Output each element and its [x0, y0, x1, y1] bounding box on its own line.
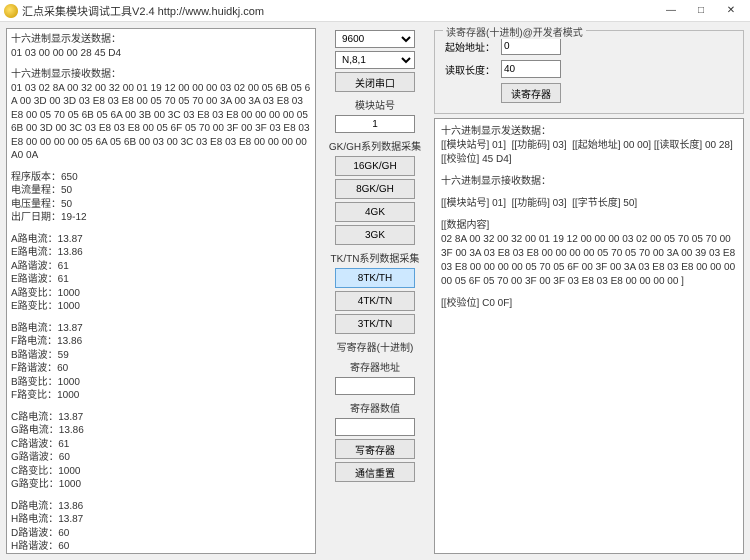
r-recv-header: 十六进制显示接收数据：	[441, 176, 551, 187]
left-log-panel[interactable]: 十六进制显示发送数据： 01 03 00 00 00 28 45 D4 十六进制显…	[6, 28, 316, 554]
mid-panel: 9600 N,8,1 关闭串口 模块站号 GK/GH系列数据采集 16GK/GH…	[320, 28, 430, 554]
reg-val-label: 寄存器数值	[350, 400, 400, 415]
r-send-body: [[模块站号] 01] [[功能码] 03] [[起始地址] 00 00] [[…	[441, 140, 738, 165]
station-label: 模块站号	[355, 97, 395, 112]
reg-addr-label: 寄存器地址	[350, 359, 400, 374]
window-title: 汇点采集模块调试工具V2.4 http://www.huidkj.com	[22, 3, 656, 19]
d-curr: D路电流：13.86	[11, 501, 83, 512]
c-harm: C路谐波：61	[11, 439, 69, 450]
date: 出厂日期：19-12	[11, 212, 87, 223]
gk-16-button[interactable]: 16GK/GH	[335, 156, 415, 176]
reg-val-input[interactable]	[335, 418, 415, 436]
gk-group-label: GK/GH系列数据采集	[329, 138, 421, 153]
e-trans: E路变比：1000	[11, 301, 80, 312]
b-curr: B路电流：13.87	[11, 323, 83, 334]
g-curr: G路电流：13.86	[11, 425, 84, 436]
e-curr: E路电流：13.86	[11, 247, 83, 258]
r-data-body: 02 8A 00 32 00 32 00 01 19 12 00 00 00 0…	[441, 234, 738, 287]
g-trans: G路变比：1000	[11, 479, 81, 490]
write-reg-button[interactable]: 写寄存器	[335, 439, 415, 459]
baud-select[interactable]: 9600	[335, 30, 415, 48]
content: 十六进制显示发送数据： 01 03 00 00 00 28 45 D4 十六进制显…	[0, 22, 750, 560]
r-recv-body: [[模块站号] 01] [[功能码] 03] [[字节长度] 50]	[441, 198, 637, 209]
tk-3-button[interactable]: 3TK/TN	[335, 314, 415, 334]
send-body: 01 03 00 00 00 28 45 D4	[11, 48, 121, 59]
gk-8-button[interactable]: 8GK/GH	[335, 179, 415, 199]
minimize-button[interactable]: —	[656, 1, 686, 21]
tk-4-button[interactable]: 4TK/TN	[335, 291, 415, 311]
a-curr: A路电流：13.87	[11, 234, 83, 245]
gk-3-button[interactable]: 3GK	[335, 225, 415, 245]
read-len-label: 读取长度：	[443, 62, 495, 77]
c-curr: C路电流：13.87	[11, 412, 83, 423]
close-port-button[interactable]: 关闭串口	[335, 72, 415, 92]
prog-ver: 程序版本：650	[11, 172, 78, 183]
comm-reset-button[interactable]: 通信重置	[335, 462, 415, 482]
gk-4-button[interactable]: 4GK	[335, 202, 415, 222]
r-crc: [[校验位] C0 0F]	[441, 298, 512, 309]
maximize-button[interactable]: □	[686, 1, 716, 21]
c-trans: C路变比：1000	[11, 466, 80, 477]
close-button[interactable]: ✕	[716, 1, 746, 21]
right-log-panel[interactable]: 十六进制显示发送数据： [[模块站号] 01] [[功能码] 03] [[起始地址…	[434, 118, 744, 554]
a-trans: A路变比：1000	[11, 288, 80, 299]
recv-header: 十六进制显示接收数据：	[11, 69, 121, 80]
volt-range: 电压量程：50	[11, 199, 72, 210]
amp-range: 电流量程：50	[11, 185, 72, 196]
parity-select[interactable]: N,8,1	[335, 51, 415, 69]
tk-8-button[interactable]: 8TK/TH	[335, 268, 415, 288]
read-len-input[interactable]	[501, 60, 561, 78]
reg-addr-input[interactable]	[335, 377, 415, 395]
a-harm: A路谐波：61	[11, 261, 69, 272]
station-input[interactable]	[335, 115, 415, 133]
h-harm: H路谐波：60	[11, 541, 69, 552]
d-harm: D路谐波：60	[11, 528, 69, 539]
recv-body: 01 03 02 8A 00 32 00 32 00 01 19 12 00 0…	[11, 83, 312, 162]
window-controls: — □ ✕	[656, 1, 746, 21]
titlebar: 汇点采集模块调试工具V2.4 http://www.huidkj.com — □…	[0, 0, 750, 22]
b-trans: B路变比：1000	[11, 377, 80, 388]
b-harm: B路谐波：59	[11, 350, 69, 361]
r-send-header: 十六进制显示发送数据：	[441, 126, 551, 137]
h-curr: H路电流：13.87	[11, 514, 83, 525]
start-addr-input[interactable]	[501, 37, 561, 55]
send-header: 十六进制显示发送数据：	[11, 34, 121, 45]
start-addr-label: 起始地址：	[443, 39, 495, 54]
e-harm: E路谐波：61	[11, 274, 69, 285]
read-register-box: 读寄存器(十进制)@开发者模式 起始地址： 读取长度： 读寄存器	[434, 30, 744, 114]
write-group-label: 写寄存器(十进制)	[337, 339, 414, 354]
tk-group-label: TK/TN系列数据采集	[331, 250, 420, 265]
f-trans: F路变比：1000	[11, 390, 79, 401]
f-curr: F路电流：13.86	[11, 336, 82, 347]
f-harm: F路谐波：60	[11, 363, 68, 374]
g-harm: G路谐波：60	[11, 452, 70, 463]
app-icon	[4, 4, 18, 18]
right-panel: 读寄存器(十进制)@开发者模式 起始地址： 读取长度： 读寄存器 十六进制显示发…	[434, 28, 744, 554]
read-legend: 读寄存器(十进制)@开发者模式	[443, 24, 586, 39]
r-data-header: [[数据内容]	[441, 220, 489, 231]
read-reg-button[interactable]: 读寄存器	[501, 83, 561, 103]
